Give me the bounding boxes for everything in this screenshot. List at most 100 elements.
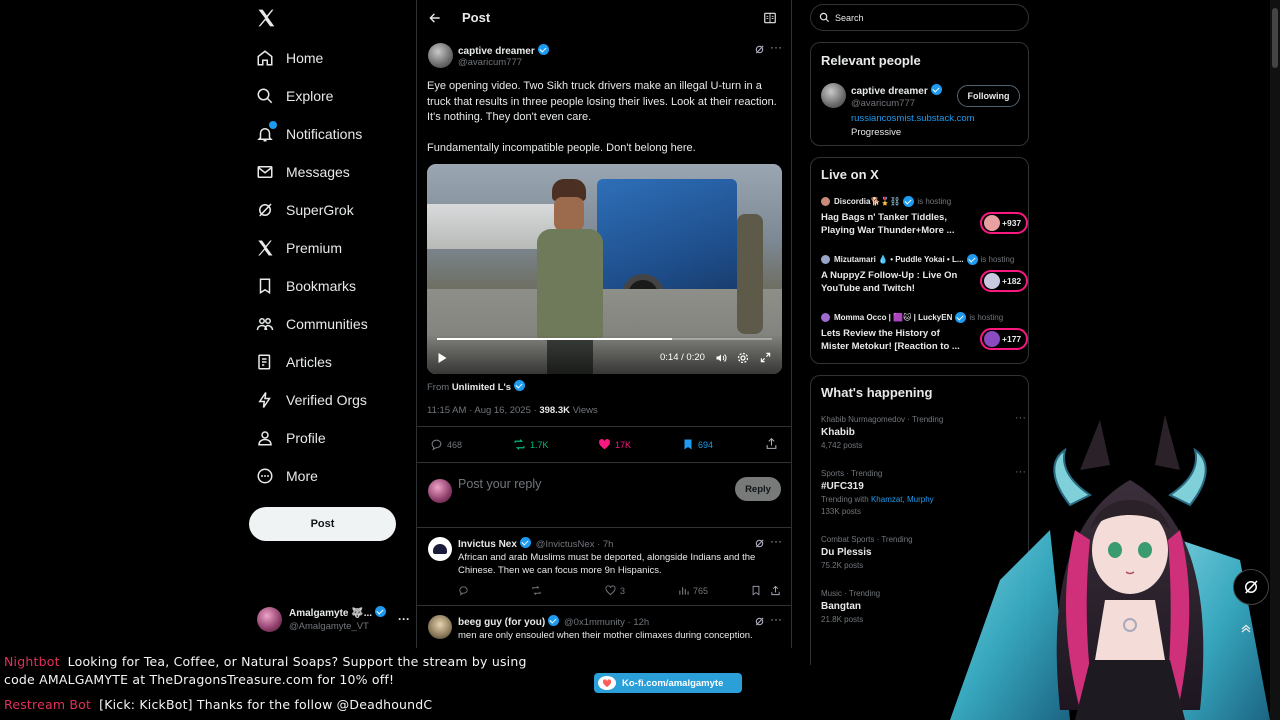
- article-icon: [256, 353, 274, 371]
- reply-post[interactable]: Invictus Nex @InvictusNex · 7h ··· Afric…: [417, 528, 791, 604]
- reply-action[interactable]: 468: [430, 438, 462, 451]
- nav-item-notifications[interactable]: Notifications: [256, 119, 362, 149]
- reply-author[interactable]: beeg guy (for you): [458, 617, 545, 628]
- trend-name: Du Plessis: [821, 547, 872, 558]
- post-author[interactable]: captive dreamer: [458, 44, 549, 57]
- account-switcher[interactable]: Amalgamyte 🐺... @Amalgamyte_VT ···: [257, 604, 410, 634]
- reply-text: African and arab Muslims must be deporte…: [458, 552, 756, 576]
- more-dots-icon[interactable]: ···: [1015, 466, 1026, 478]
- trending-with-label: Trending with: [821, 495, 871, 504]
- more-dots-icon[interactable]: ···: [770, 40, 782, 54]
- post-handle[interactable]: @avaricum777: [458, 57, 522, 68]
- more-dots-icon[interactable]: ···: [398, 612, 410, 626]
- post-button[interactable]: Post: [249, 507, 396, 541]
- post-text-paragraph: Fundamentally incompatible people. Don't…: [427, 142, 696, 154]
- grok-icon[interactable]: [754, 44, 765, 55]
- volume-icon[interactable]: [715, 352, 727, 364]
- bookmark-count: 694: [698, 439, 714, 450]
- post-timestamp[interactable]: 11:15 AM · Aug 16, 2025 ·: [427, 405, 539, 416]
- heart-icon: [599, 439, 610, 450]
- more-dots-icon[interactable]: ···: [770, 612, 782, 626]
- share-icon[interactable]: [765, 437, 778, 450]
- relevant-name-line[interactable]: captive dreamer: [851, 84, 942, 97]
- views-label: Views: [569, 405, 598, 416]
- kofi-banner[interactable]: Ko-fi.com/amalgamyte: [594, 673, 742, 693]
- search-icon: [819, 12, 830, 23]
- search-placeholder: Search: [835, 12, 864, 23]
- nav-item-premium[interactable]: Premium: [256, 233, 342, 263]
- avatar[interactable]: [428, 615, 452, 639]
- reply-handle[interactable]: @0x1mmunity · 12h: [564, 617, 649, 628]
- bookmark-icon[interactable]: [751, 585, 761, 596]
- more-dots-icon[interactable]: ···: [1015, 412, 1026, 424]
- reply-author[interactable]: Invictus Nex: [458, 539, 517, 550]
- trend-count: 4,742 posts: [821, 441, 863, 450]
- repost-action[interactable]: 1.7K: [513, 438, 549, 451]
- scrollbar[interactable]: [1270, 0, 1280, 720]
- repost-icon[interactable]: [531, 585, 542, 596]
- share-icon[interactable]: [770, 585, 781, 596]
- live-item[interactable]: Mizutamari 💧 • Puddle Yokai • L... is hos…: [821, 254, 1028, 295]
- bell-icon: [256, 121, 277, 143]
- trending-panel: What's happening Khabib Nurmagomedov · T…: [810, 375, 1029, 665]
- trending-with-names[interactable]: Khamzat, Murphy: [871, 495, 934, 504]
- back-arrow-icon[interactable]: [428, 11, 442, 25]
- home-icon: [256, 49, 274, 67]
- avatar[interactable]: [821, 83, 846, 108]
- bio-link[interactable]: russiancosmist.substack.com: [851, 113, 975, 124]
- nav-item-verified-orgs[interactable]: Verified Orgs: [256, 385, 367, 415]
- more-dots-icon[interactable]: ···: [770, 534, 782, 548]
- trend-item[interactable]: Khabib Nurmagomedov · Trending Khabib 4,…: [821, 412, 1026, 450]
- trend-item[interactable]: Music · Trending Bangtan 21.8K posts: [821, 589, 1026, 624]
- nav-item-articles[interactable]: Articles: [256, 347, 332, 377]
- fullscreen-icon[interactable]: [760, 352, 771, 363]
- avatar[interactable]: [428, 537, 452, 561]
- nav-item-supergrok[interactable]: SuperGrok: [256, 195, 354, 225]
- avatar[interactable]: [428, 43, 453, 68]
- nav-item-more[interactable]: More: [256, 461, 318, 491]
- verified-icon: [537, 44, 549, 55]
- hosting-label: is hosting: [980, 255, 1015, 264]
- video-progress-track[interactable]: [437, 338, 772, 340]
- relevant-handle[interactable]: @avaricum777: [851, 98, 915, 109]
- following-button[interactable]: Following: [957, 85, 1020, 107]
- grok-icon[interactable]: [754, 616, 765, 627]
- reader-view-icon[interactable]: [763, 11, 777, 25]
- hosting-label: is hosting: [917, 197, 952, 206]
- reply-post[interactable]: beeg guy (for you) @0x1mmunity · 12h ···…: [417, 606, 791, 648]
- chevron-up-icon[interactable]: [1240, 622, 1252, 634]
- trend-item[interactable]: Combat Sports · Trending Du Plessis 75.2…: [821, 535, 1026, 570]
- source-name[interactable]: Unlimited L's: [452, 382, 511, 393]
- nav-item-home[interactable]: Home: [256, 43, 323, 73]
- chat-line: code AMALGAMYTE at TheDragonsTreasure.co…: [4, 672, 394, 687]
- reply-button[interactable]: Reply: [735, 477, 781, 501]
- reply-input[interactable]: Post your reply: [458, 477, 541, 491]
- reply-icon[interactable]: [458, 585, 469, 596]
- search-icon: [256, 87, 274, 105]
- live-item[interactable]: Discordia🐕🎖️⛓️ is hosting Hag Bags n' Tan…: [821, 196, 1028, 237]
- like-action[interactable]: 17K: [598, 438, 631, 451]
- views-action[interactable]: 765: [678, 585, 708, 596]
- play-icon[interactable]: [437, 352, 448, 364]
- bookmark-action[interactable]: 694: [682, 438, 713, 451]
- video-player[interactable]: 0:14 / 0:20: [427, 164, 782, 374]
- reply-handle[interactable]: @InvictusNex · 7h: [536, 539, 614, 550]
- x-logo-icon[interactable]: [256, 8, 276, 28]
- nav-item-explore[interactable]: Explore: [256, 81, 333, 111]
- nav-item-bookmarks[interactable]: Bookmarks: [256, 271, 356, 301]
- grok-icon[interactable]: [754, 538, 765, 549]
- scrollbar-thumb[interactable]: [1272, 8, 1278, 68]
- nav-item-communities[interactable]: Communities: [256, 309, 368, 339]
- nav-item-profile[interactable]: Profile: [256, 423, 326, 453]
- grok-float-button[interactable]: [1233, 569, 1269, 605]
- hosting-label: is hosting: [969, 313, 1004, 322]
- people-icon: [256, 315, 274, 333]
- settings-gear-icon[interactable]: [737, 352, 749, 364]
- live-item[interactable]: Momma Occo | 🟪🐱 | LuckyEN is hosting Lets…: [821, 312, 1028, 353]
- trend-item[interactable]: Sports · Trending #UFC319 Trending with …: [821, 466, 1026, 516]
- search-input[interactable]: Search: [810, 4, 1029, 31]
- nav-item-messages[interactable]: Messages: [256, 157, 350, 187]
- trend-name: #UFC319: [821, 481, 864, 492]
- like-action[interactable]: 3: [605, 585, 625, 596]
- view-count: 765: [693, 585, 709, 596]
